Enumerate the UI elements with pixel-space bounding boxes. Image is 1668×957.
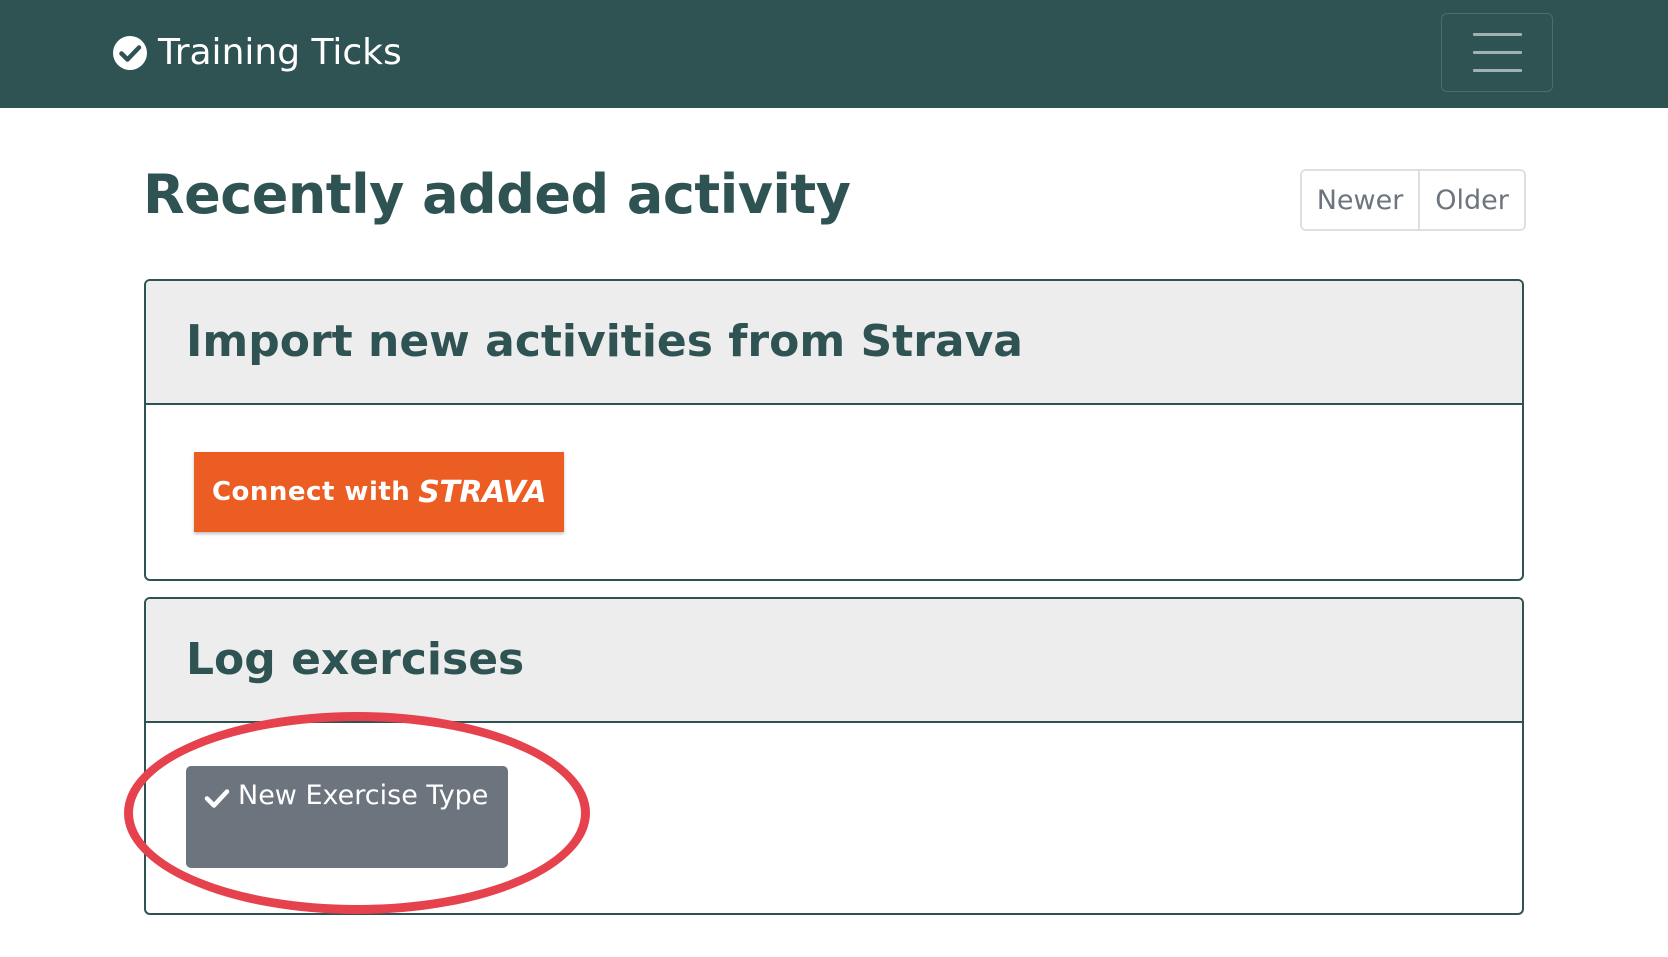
new-exercise-type-button[interactable]: New Exercise Type: [186, 766, 508, 868]
log-card-header: Log exercises: [146, 599, 1522, 723]
hamburger-menu-icon: [1473, 33, 1522, 36]
log-card-title: Log exercises: [186, 634, 525, 685]
strava-import-card: Import new activities from Strava Connec…: [144, 279, 1524, 581]
connect-with-label: Connect with: [211, 477, 411, 507]
log-exercises-card: Log exercises New Exercise Type: [144, 597, 1524, 915]
newer-button[interactable]: Newer: [1302, 171, 1420, 229]
checkmark-icon: [204, 789, 230, 808]
older-button[interactable]: Older: [1420, 171, 1524, 229]
pagination: Newer Older: [1300, 169, 1526, 231]
strava-logo: STRAVA: [418, 474, 547, 510]
connect-strava-button[interactable]: Connect with STRAVA: [194, 452, 564, 532]
strava-card-header: Import new activities from Strava: [146, 281, 1522, 405]
navbar: Training Ticks: [0, 0, 1668, 108]
brand-text: Training Ticks: [158, 32, 402, 73]
strava-card-title: Import new activities from Strava: [186, 316, 1023, 367]
check-circle-icon: [113, 36, 147, 70]
menu-toggle-button[interactable]: [1441, 13, 1553, 92]
new-exercise-type-label: New Exercise Type: [238, 780, 489, 811]
page-title: Recently added activity: [143, 163, 851, 226]
brand-link[interactable]: Training Ticks: [112, 32, 402, 74]
